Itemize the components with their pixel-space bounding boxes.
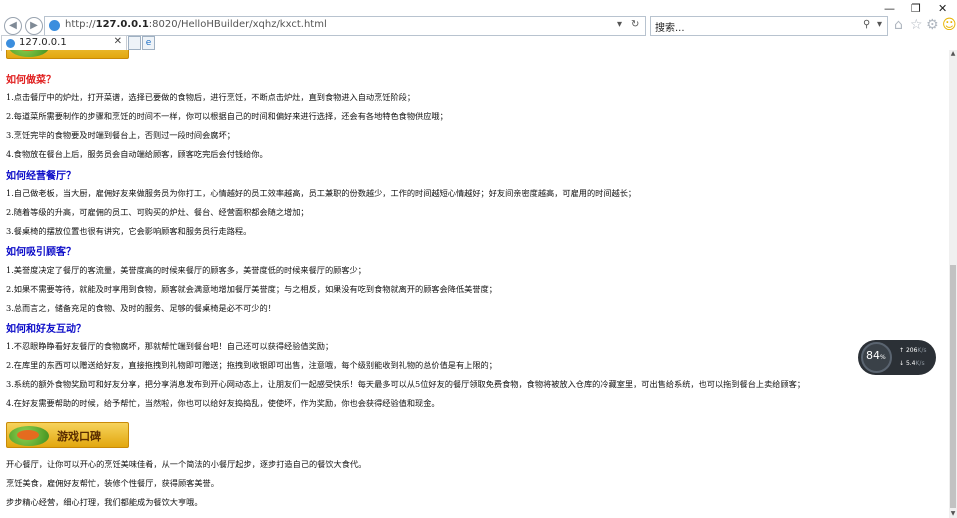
address-bar[interactable]: http://127.0.0.1:8020/HelloHBuilder/xqhz… [44,16,646,36]
address-dropdown-icon[interactable]: ▾ [617,19,622,30]
dish-icon [17,430,39,440]
review-line: 步步精心经营，细心打理，我们都能成为餐饮大亨哦。 [6,497,203,507]
minimize-icon[interactable]: — [884,2,895,15]
usage-percent: 84% [866,349,886,362]
page-viewport: 如何做菜？ 1.点击餐厅中的炉灶，打开菜谱，选择已要做的食物后，进行烹饪，不断点… [0,50,948,518]
restore-icon[interactable]: ❐ [911,2,921,15]
list-item: 3.餐桌椅的摆放位置也很有讲究，它会影响顾客和服务员行走路程。 [6,226,252,236]
list-item: 2.在库里的东西可以赠送给好友，直接拖拽到礼物即可赠送；拖拽到收银即可出售，注意… [6,360,497,370]
list-item: 2.随着等级的升高，可雇佣的员工、可购买的炉灶、餐台、经营面积都会随之增加； [6,207,309,217]
smiley-feedback-icon[interactable]: ☺ [942,17,957,33]
forward-button[interactable]: ▶ [25,17,43,35]
search-box[interactable]: 搜索... ⚲ ▾ [650,16,888,36]
top-banner [6,50,129,59]
review-line: 开心餐厅，让你可以开心的烹饪美味佳肴，从一个简法的小餐厅起步，逐步打造自己的餐饮… [6,459,367,469]
tab-favicon-icon [6,39,15,48]
new-tab-icon[interactable] [128,36,141,50]
list-item: 2.如果不需要等待，就能及时享用到食物，顾客就会满意地增加餐厅美誉度；与之相反，… [6,284,497,294]
reviews-banner: 游戏口碑 [6,422,129,448]
vertical-scrollbar[interactable]: ▲ ▼ [949,50,957,518]
scrollbar-thumb[interactable] [950,265,956,508]
heading-how-to-cook: 如何做菜？ [6,75,56,86]
back-button[interactable]: ◀ [4,17,22,35]
tab-title: 127.0.0.1 [19,37,67,48]
heading-attract-customers: 如何吸引顾客？ [6,247,76,258]
upload-speed: ↑ 206K/s [899,347,927,354]
list-item: 3.总而言之，储备充足的食物、及时的服务、足够的餐桌椅是必不可少的！ [6,303,276,313]
search-dropdown-icon[interactable]: ▾ [877,19,882,30]
ie-tab-icon[interactable]: e [142,36,155,50]
address-url: http://127.0.0.1:8020/HelloHBuilder/xqhz… [65,19,327,30]
list-item: 4.食物放在餐台上后，服务员会自动端给顾客，顾客吃完后会付钱给你。 [6,149,268,159]
list-item: 3.系统的额外食物奖励可和好友分享，把分享消息发布到开心网动态上，让朋友们一起感… [6,379,806,389]
refresh-icon[interactable]: ↻ [631,19,639,30]
download-speed: ↓ 5.4K/s [899,360,925,367]
list-item: 1.美誉度决定了餐厅的客流量，美誉度高的时候来餐厅的顾客多，美誉度低的时候来餐厅… [6,265,366,275]
network-speed-widget[interactable]: 84% ↑ 206K/s ↓ 5.4K/s [858,340,936,375]
list-item: 1.自己做老板，当大厨，雇佣好友来做服务员为你打工，心情越好的员工效率越高，员工… [6,188,637,198]
settings-gear-icon[interactable]: ⚙ [926,17,939,33]
scroll-down-icon[interactable]: ▼ [949,510,957,518]
site-favicon-icon [49,20,60,31]
dish-leaf-icon [9,50,49,57]
close-window-icon[interactable]: ✕ [938,2,947,15]
reviews-banner-label: 游戏口碑 [57,430,101,443]
list-item: 1.点击餐厅中的炉灶，打开菜谱，选择已要做的食物后，进行烹饪，不断点击炉灶，直到… [6,92,416,102]
search-input[interactable]: 搜索... [655,19,685,34]
scroll-up-icon[interactable]: ▲ [949,50,957,58]
list-item: 2.每道菜所需要制作的步骤和烹饪的时间不一样，你可以根据自己的时间和偏好来进行选… [6,111,448,121]
review-line: 烹饪美食，雇佣好友帮忙，装修个性餐厅，获得顾客美誉。 [6,478,219,488]
favorites-star-icon[interactable]: ☆ [910,17,923,33]
heading-how-to-run: 如何经营餐厅？ [6,171,76,182]
tab-close-icon[interactable]: ✕ [114,36,122,47]
browser-chrome: — ❐ ✕ ◀ ▶ http://127.0.0.1:8020/HelloHBu… [0,0,957,51]
list-item: 3.烹饪完毕的食物要及时端到餐台上，否则过一段时间会腐坏； [6,130,235,140]
list-item: 1.不忍眼睁睁看好友餐厅的食物腐坏，那就帮忙端到餐台吧！自己还可以获得经验值奖励… [6,341,334,351]
home-icon[interactable]: ⌂ [894,17,903,33]
tab-127-0-0-1[interactable]: 127.0.0.1 ✕ [1,35,127,51]
list-item: 4.在好友需要帮助的时候，给予帮忙，当然啦，你也可以给好友捣捣乱，使使坏，作为奖… [6,398,440,408]
heading-interact-friends: 如何和好友互动？ [6,324,86,335]
search-icon[interactable]: ⚲ [863,19,870,30]
